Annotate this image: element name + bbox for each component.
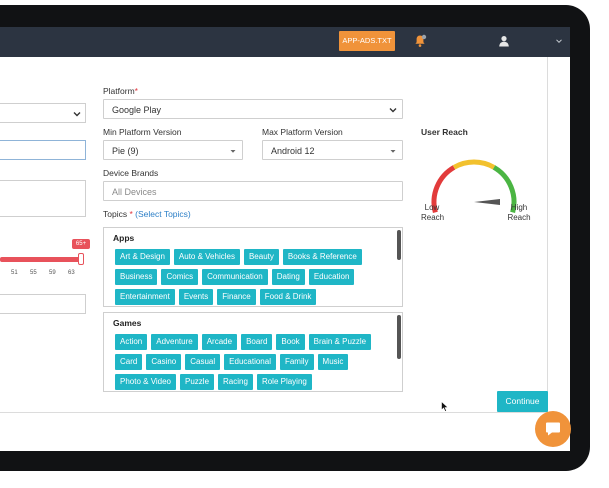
continue-button[interactable]: Continue — [497, 391, 548, 412]
topic-chip[interactable]: Casual — [185, 354, 221, 370]
bell-icon[interactable] — [413, 34, 427, 48]
chevron-down-icon — [73, 112, 81, 117]
topics-label: Topics * (Select Topics) — [103, 209, 191, 219]
apps-chip-list: Art & Design Auto & Vehicles Beauty Books &… — [115, 249, 395, 305]
caret-down-icon — [230, 150, 236, 153]
left-textarea[interactable] — [0, 180, 86, 217]
topic-chip[interactable]: Photo & Video — [115, 374, 177, 390]
topic-chip[interactable]: Communication — [202, 269, 268, 285]
topic-chip[interactable]: Board — [241, 334, 273, 350]
left-text-input[interactable] — [0, 140, 86, 160]
topic-chip[interactable]: Puzzle — [180, 374, 215, 390]
user-reach-title: User Reach — [421, 127, 468, 137]
topic-chip[interactable]: Music — [317, 354, 349, 370]
campaign-form-panel: 65+ 51 55 59 63 Platform* Google Play Mi… — [0, 57, 548, 413]
games-topic-group: Games Action Adventure Arcade Board Book Brai… — [103, 312, 403, 392]
topic-chip[interactable]: Comics — [161, 269, 199, 285]
scrollbar[interactable] — [397, 315, 401, 359]
chevron-down-icon — [389, 108, 397, 113]
scrollbar[interactable] — [397, 230, 401, 260]
topic-chip[interactable]: Books & Reference — [282, 249, 362, 265]
gauge-needle — [474, 199, 500, 205]
select-topics-link[interactable]: (Select Topics) — [135, 209, 191, 219]
topic-chip[interactable]: Events — [178, 289, 214, 305]
topic-chip[interactable]: Education — [308, 269, 355, 285]
slider-tick-label: 51 — [11, 270, 18, 276]
topic-chip[interactable]: Dating — [271, 269, 305, 285]
chat-bubble-icon — [546, 422, 560, 436]
app-ads-txt-button[interactable]: APP-ADS.TXT — [339, 31, 395, 51]
topic-group-title: Games — [113, 318, 142, 328]
topic-chip[interactable]: Art & Design — [115, 249, 170, 265]
games-chip-list: Action Adventure Arcade Board Book Brain & Pu… — [115, 334, 395, 390]
device-brands-label: Device Brands — [103, 168, 159, 178]
platform-select[interactable]: Google Play — [103, 99, 403, 119]
topic-chip[interactable]: Educational — [224, 354, 276, 370]
high-reach-label: High Reach — [507, 203, 531, 222]
topic-chip[interactable]: Role Playing — [256, 374, 312, 390]
max-version-select[interactable]: Android 12 — [262, 140, 403, 160]
topic-group-title: Apps — [113, 233, 135, 243]
left-text-input-lower[interactable] — [0, 294, 86, 314]
device-frame: APP-ADS.TXT 65+ 51 55 59 63 Platform* Go… — [0, 0, 609, 488]
device-brands-input[interactable]: All Devices — [103, 181, 403, 201]
low-reach-label: Low Reach — [421, 203, 445, 222]
left-dropdown[interactable] — [0, 103, 86, 123]
slider-tick-label: 55 — [30, 270, 37, 276]
age-slider-handle[interactable] — [78, 253, 84, 265]
topic-chip[interactable]: Casino — [146, 354, 182, 370]
min-version-select[interactable]: Pie (9) — [103, 140, 243, 160]
topic-chip[interactable]: Arcade — [201, 334, 238, 350]
slider-tick-label: 63 — [68, 270, 75, 276]
max-version-label: Max Platform Version — [262, 127, 343, 137]
topic-chip[interactable]: Finance — [217, 289, 256, 305]
topic-chip[interactable]: Family — [279, 354, 314, 370]
caret-down-icon — [390, 150, 396, 153]
topic-chip[interactable]: Action — [115, 334, 148, 350]
topic-chip[interactable]: Beauty — [243, 249, 279, 265]
topic-chip[interactable]: Entertainment — [115, 289, 175, 305]
topic-chip[interactable]: Racing — [218, 374, 253, 390]
topic-chip[interactable]: Book — [276, 334, 305, 350]
age-slider-tooltip: 65+ — [72, 239, 90, 249]
gauge-mid-segment — [452, 159, 496, 170]
apps-topic-group: Apps Art & Design Auto & Vehicles Beauty Bo… — [103, 227, 403, 307]
topic-chip[interactable]: Auto & Vehicles — [173, 249, 240, 265]
age-slider-track[interactable] — [0, 257, 82, 262]
min-version-label: Min Platform Version — [103, 127, 182, 137]
chevron-down-icon[interactable] — [555, 37, 563, 45]
topic-chip[interactable]: Business — [115, 269, 158, 285]
chat-support-button[interactable] — [535, 411, 571, 447]
topic-chip[interactable]: Food & Drink — [259, 289, 317, 305]
mouse-pointer-icon — [441, 401, 449, 412]
platform-label: Platform* — [103, 86, 138, 96]
topic-chip[interactable]: Brain & Puzzle — [308, 334, 372, 350]
user-icon[interactable] — [498, 35, 510, 47]
topic-chip[interactable]: Adventure — [151, 334, 198, 350]
top-navbar: APP-ADS.TXT — [0, 27, 570, 57]
topic-chip[interactable]: Card — [115, 354, 143, 370]
app-screen: APP-ADS.TXT 65+ 51 55 59 63 Platform* Go… — [0, 27, 570, 451]
slider-tick-label: 59 — [49, 270, 56, 276]
